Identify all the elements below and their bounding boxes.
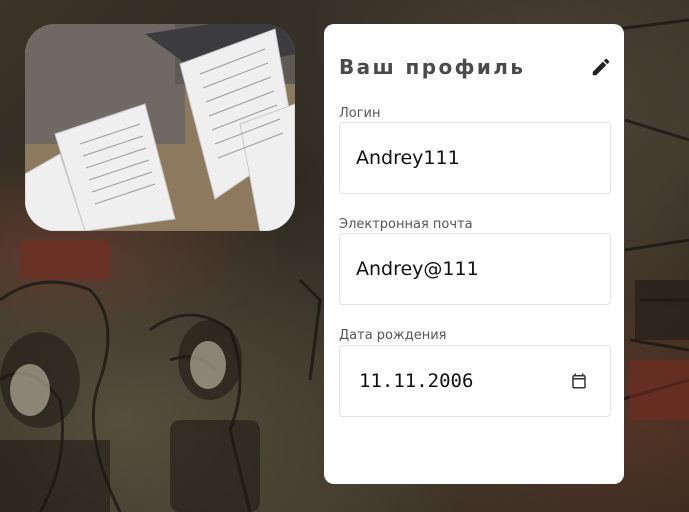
calendar-icon (572, 373, 586, 389)
email-label: Электронная почта (339, 217, 473, 232)
birthdate-label: Дата рождения (339, 328, 447, 343)
login-input[interactable] (356, 123, 596, 193)
email-field[interactable] (339, 233, 611, 305)
papers-on-desk-image (25, 24, 295, 231)
login-field[interactable] (339, 122, 611, 194)
calendar-button[interactable] (570, 372, 588, 390)
email-input[interactable] (356, 234, 596, 304)
login-label: Логин (339, 106, 381, 121)
profile-title: Ваш профиль (339, 55, 526, 79)
edit-profile-button[interactable] (590, 56, 612, 78)
birthdate-value[interactable]: 11.11.2006 (359, 346, 473, 416)
birthdate-field[interactable]: 11.11.2006 (339, 345, 611, 417)
pencil-icon (592, 58, 610, 76)
profile-card: Ваш профиль Логин Электронная почта Дата… (324, 24, 624, 484)
